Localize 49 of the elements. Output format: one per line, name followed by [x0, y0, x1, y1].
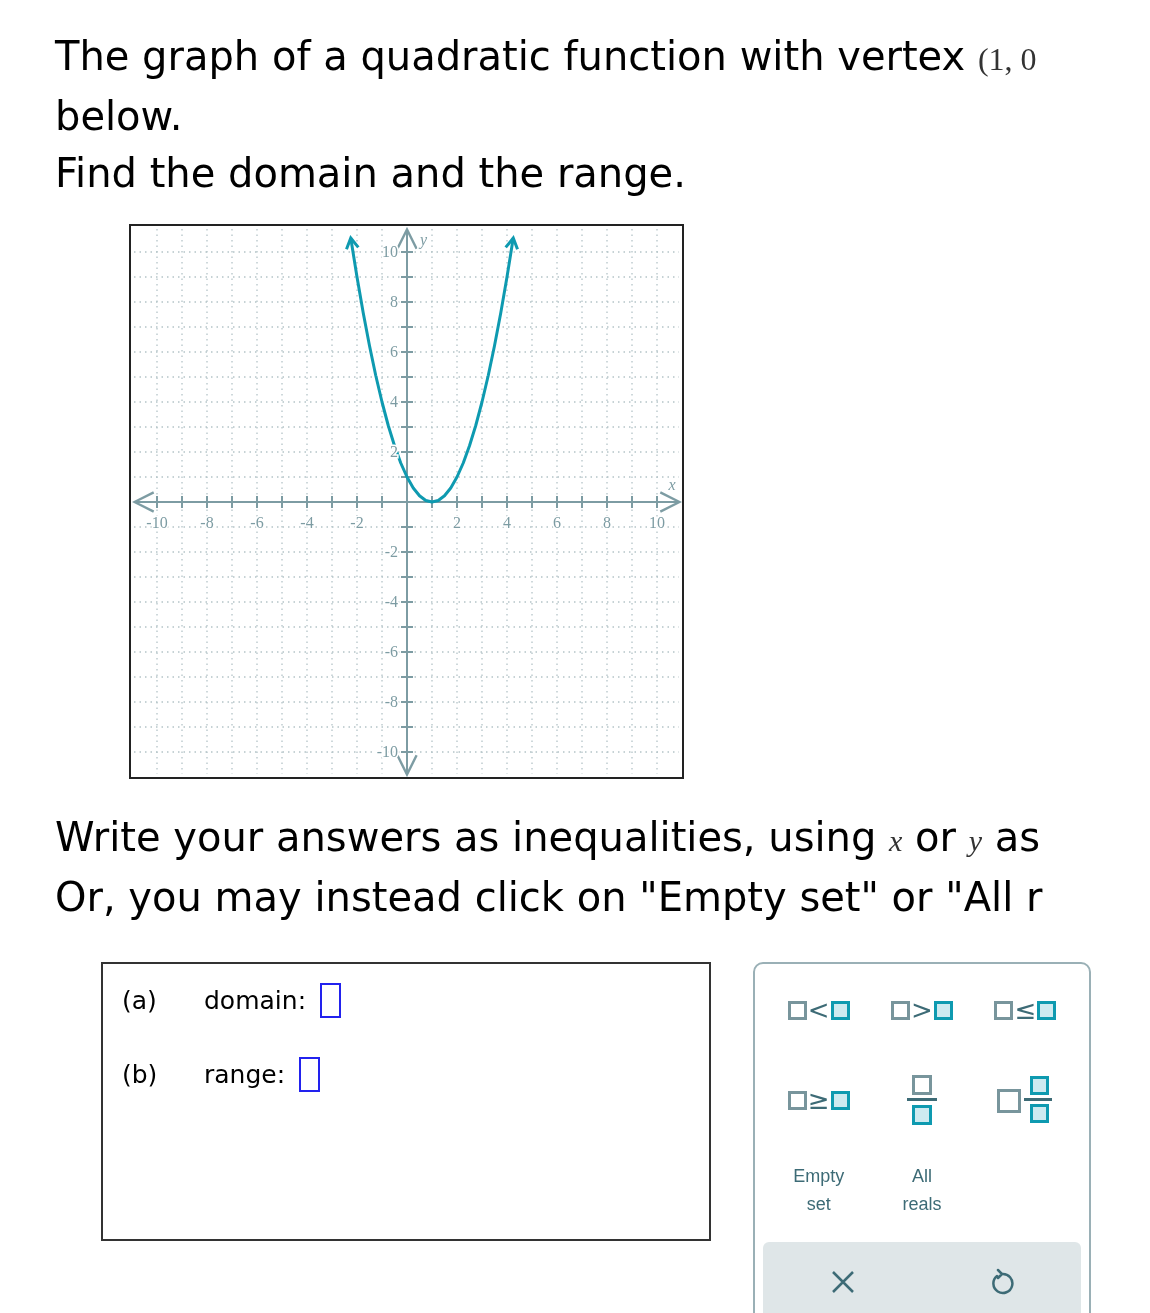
tick-label: -8	[200, 514, 214, 531]
tick-label: -6	[250, 514, 264, 531]
tick-label: -2	[384, 543, 398, 560]
tick-label: 6	[390, 343, 398, 360]
axis-label: y	[420, 230, 428, 248]
tick-label: -2	[350, 514, 364, 531]
input-field[interactable]	[320, 983, 342, 1019]
instruction-text: Or, you may instead click on "Empty set" or "All r	[55, 873, 1043, 922]
placeholder-box-icon	[787, 1000, 807, 1020]
question-text: Find the domain and the range.	[55, 149, 686, 198]
question-text: below.	[55, 92, 183, 141]
tick-label: -8	[384, 693, 398, 710]
answer-label: domain:	[204, 985, 307, 1017]
tick-label: 4	[503, 514, 511, 531]
tick-label: 10	[649, 514, 665, 531]
keypad-key[interactable]: Empty set	[767, 1160, 871, 1220]
tick-label: -10	[146, 514, 168, 531]
answer-label: range:	[204, 1058, 286, 1091]
question-text: The graph of a quadratic function with vertex (1, 0	[55, 32, 1037, 81]
placeholder-box-icon	[787, 1090, 807, 1110]
input-slot-icon	[830, 1090, 850, 1110]
mixed-number-icon	[997, 1076, 1054, 1124]
input-slot-icon	[933, 1000, 953, 1020]
axis-label: x	[668, 476, 676, 493]
fraction-icon	[906, 1075, 938, 1125]
tick-label: -10	[376, 743, 398, 760]
tick-label: 4	[390, 393, 398, 410]
tick-label: 8	[603, 514, 611, 531]
inequality-key[interactable]: ≤	[973, 980, 1077, 1040]
input-field[interactable]	[299, 1056, 321, 1092]
tick-label: 6	[553, 514, 561, 531]
part-label: (b)	[122, 1058, 159, 1091]
part-label: (a)	[122, 985, 158, 1017]
keypad-key[interactable]: All reals	[870, 1160, 974, 1220]
inequality-key[interactable]: <	[767, 980, 871, 1040]
tick-label: 10	[382, 243, 398, 260]
placeholder-box-icon	[994, 1000, 1014, 1020]
tick-label: -6	[384, 643, 398, 660]
inequality-key[interactable]: >	[870, 980, 974, 1040]
instruction-text: Write your answers as inequalities, using x or y as	[55, 813, 1041, 862]
tick-label: 8	[390, 293, 398, 310]
placeholder-box-icon	[891, 1000, 911, 1020]
tick-label: -4	[300, 514, 314, 531]
inequality-key[interactable]: ≥	[767, 1070, 871, 1130]
tick-label: 2	[453, 514, 461, 531]
close-icon	[830, 1270, 855, 1294]
tick-label: -4	[384, 593, 398, 610]
input-slot-icon	[1037, 1000, 1057, 1020]
input-slot-icon	[830, 1000, 850, 1020]
